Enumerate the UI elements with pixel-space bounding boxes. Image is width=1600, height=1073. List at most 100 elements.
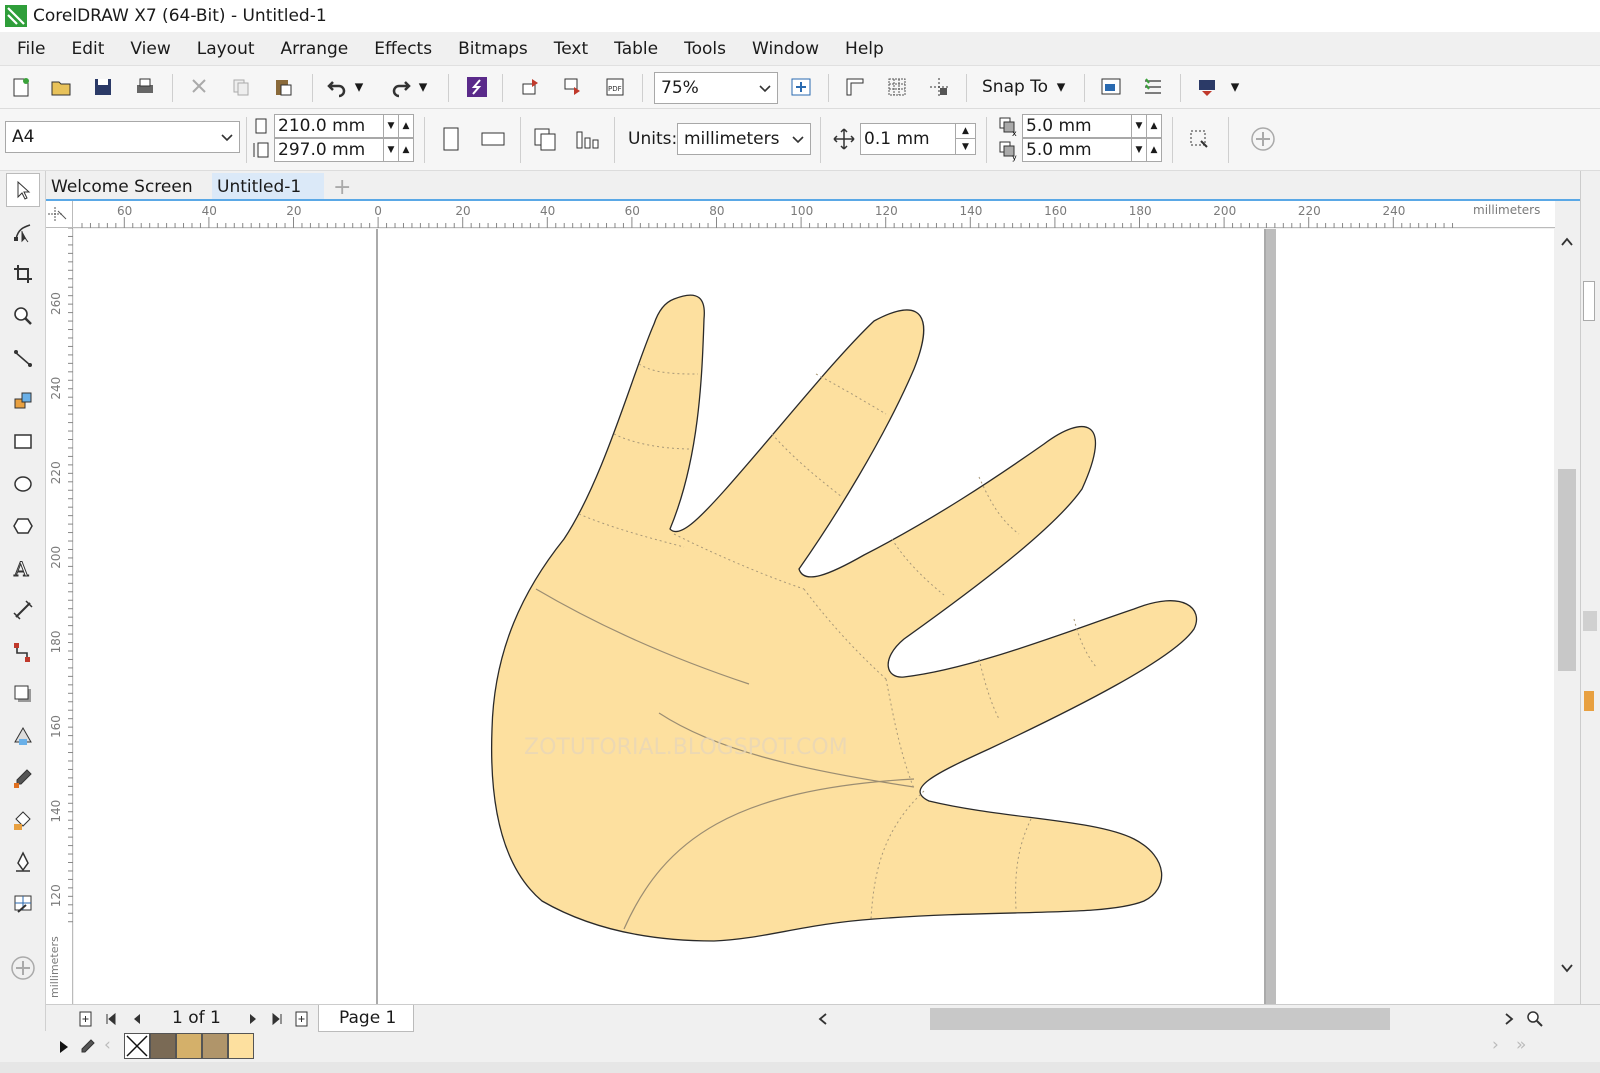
page-size-select[interactable]: A4 <box>5 121 240 153</box>
menu-edit[interactable]: Edit <box>58 39 117 59</box>
horizontal-scroll-thumb[interactable] <box>930 1008 1390 1030</box>
duplicate-distance-x-input[interactable]: 5.0 mm ▼ ▲ <box>1022 114 1162 138</box>
menu-effects[interactable]: Effects <box>361 39 445 59</box>
full-screen-preview-icon[interactable] <box>786 72 816 102</box>
duplicate-distance-y-input[interactable]: 5.0 mm ▼ ▲ <box>1022 138 1162 162</box>
zoom-level-select[interactable]: 75% <box>654 72 778 104</box>
chevron-right-icon[interactable]: › <box>1492 1035 1499 1055</box>
chevron-up-icon[interactable] <box>1560 235 1574 249</box>
hand-drawing[interactable] <box>490 294 1198 942</box>
drop-shadow-tool-icon[interactable] <box>6 677 40 711</box>
publish-pdf-icon[interactable]: PDF <box>600 72 630 102</box>
text-tool-icon[interactable]: A <box>6 551 40 585</box>
paste-icon[interactable] <box>268 72 298 102</box>
menu-help[interactable]: Help <box>832 39 897 59</box>
portrait-orientation-icon[interactable] <box>436 124 466 154</box>
drawing-canvas[interactable]: ZOTUTORIAL.BLOGSPOT.COM <box>74 229 1554 1004</box>
nudge-stepper[interactable]: ▲ ▼ <box>955 124 975 154</box>
polygon-tool-icon[interactable] <box>6 509 40 543</box>
show-rulers-icon[interactable] <box>840 72 870 102</box>
cut-icon[interactable] <box>184 72 214 102</box>
menu-layout[interactable]: Layout <box>184 39 268 59</box>
nudge-distance-input[interactable]: 0.1 mm ▲ ▼ <box>860 123 976 155</box>
welcome-screen-icon[interactable] <box>1096 72 1126 102</box>
decrement-icon[interactable]: ▼ <box>955 139 975 154</box>
zoom-navigator-icon[interactable] <box>1526 1010 1544 1028</box>
vertical-scroll-thumb[interactable] <box>1558 469 1576 671</box>
menu-text[interactable]: Text <box>541 39 601 59</box>
eyedropper-icon[interactable] <box>78 1038 96 1056</box>
palette-menu-icon[interactable] <box>58 1040 70 1054</box>
crop-tool-icon[interactable] <box>6 257 40 291</box>
double-chevron-right-icon[interactable]: » <box>1516 1035 1526 1055</box>
docker-tab[interactable] <box>1583 281 1595 321</box>
snap-to-dropdown-icon[interactable]: ▾ <box>1054 72 1068 102</box>
ruler-origin[interactable] <box>46 201 73 228</box>
launcher-dropdown-icon[interactable]: ▾ <box>1228 72 1242 102</box>
shape-tool-icon[interactable] <box>6 215 40 249</box>
open-folder-icon[interactable] <box>46 72 76 102</box>
snap-to-button[interactable]: Snap To <box>982 77 1048 97</box>
rectangle-tool-icon[interactable] <box>6 425 40 459</box>
increment-icon[interactable]: ▲ <box>1146 139 1161 161</box>
menu-bitmaps[interactable]: Bitmaps <box>445 39 541 59</box>
next-page-icon[interactable] <box>246 1012 260 1026</box>
color-swatch[interactable] <box>150 1033 176 1059</box>
landscape-orientation-icon[interactable] <box>478 124 508 154</box>
menu-tools[interactable]: Tools <box>671 39 739 59</box>
decrement-icon[interactable]: ▼ <box>1131 139 1146 161</box>
interactive-fill-tool-icon[interactable] <box>6 803 40 837</box>
color-swatch[interactable] <box>202 1033 228 1059</box>
color-eyedropper-tool-icon[interactable] <box>6 761 40 795</box>
search-content-icon[interactable] <box>462 72 492 102</box>
undo-icon[interactable] <box>322 72 352 102</box>
menu-arrange[interactable]: Arrange <box>268 39 362 59</box>
tab-welcome-screen[interactable]: Welcome Screen <box>46 173 198 201</box>
previous-page-icon[interactable] <box>130 1012 144 1026</box>
smart-fill-tool-icon[interactable] <box>6 383 40 417</box>
tab-untitled-1[interactable]: Untitled-1 <box>212 173 324 201</box>
menu-table[interactable]: Table <box>601 39 671 59</box>
duplicate-x-stepper[interactable]: ▼ ▲ <box>1131 115 1161 137</box>
menu-window[interactable]: Window <box>739 39 832 59</box>
chevron-right-icon[interactable] <box>1502 1012 1516 1026</box>
print-icon[interactable] <box>130 72 160 102</box>
undo-dropdown-icon[interactable]: ▾ <box>352 72 366 102</box>
quick-customize-icon[interactable] <box>1248 124 1278 154</box>
docker-tab[interactable] <box>1583 611 1597 631</box>
page-width-stepper[interactable]: ▼ ▲ <box>383 115 413 137</box>
connector-tool-icon[interactable] <box>6 635 40 669</box>
page-height-input[interactable]: 297.0 mm ▼ ▲ <box>274 138 414 162</box>
docker-strip[interactable] <box>1580 171 1600 1031</box>
decrement-icon[interactable]: ▼ <box>1131 115 1146 137</box>
add-tool-icon[interactable] <box>6 951 40 985</box>
vertical-scrollbar[interactable] <box>1554 229 1580 1004</box>
current-page-icon[interactable] <box>572 124 602 154</box>
page-tab[interactable]: Page 1 <box>318 1005 414 1032</box>
smart-drawing-tool-icon[interactable] <box>6 845 40 879</box>
chevron-left-icon[interactable] <box>816 1012 830 1026</box>
increment-icon[interactable]: ▲ <box>955 124 975 139</box>
docker-color-icon[interactable] <box>1584 691 1594 711</box>
show-grid-icon[interactable] <box>882 72 912 102</box>
save-icon[interactable] <box>88 72 118 102</box>
new-document-icon[interactable] <box>6 72 36 102</box>
new-tab-plus-icon[interactable]: + <box>328 173 356 201</box>
export-icon[interactable] <box>558 72 588 102</box>
units-select[interactable]: millimeters <box>677 123 811 155</box>
import-icon[interactable] <box>516 72 546 102</box>
decrement-icon[interactable]: ▼ <box>383 139 398 161</box>
application-launcher-icon[interactable] <box>1192 72 1222 102</box>
chevron-left-icon[interactable]: ‹ <box>104 1035 111 1055</box>
freehand-tool-icon[interactable] <box>6 341 40 375</box>
show-guidelines-icon[interactable] <box>924 72 954 102</box>
add-page-after-icon[interactable] <box>294 1011 310 1027</box>
color-swatch[interactable] <box>228 1033 254 1059</box>
zoom-tool-icon[interactable] <box>6 299 40 333</box>
copy-icon[interactable] <box>226 72 256 102</box>
duplicate-y-stepper[interactable]: ▼ ▲ <box>1131 139 1161 161</box>
mesh-fill-tool-icon[interactable] <box>6 887 40 921</box>
redo-icon[interactable] <box>386 72 416 102</box>
no-color-swatch[interactable] <box>124 1033 150 1059</box>
increment-icon[interactable]: ▲ <box>398 115 413 137</box>
